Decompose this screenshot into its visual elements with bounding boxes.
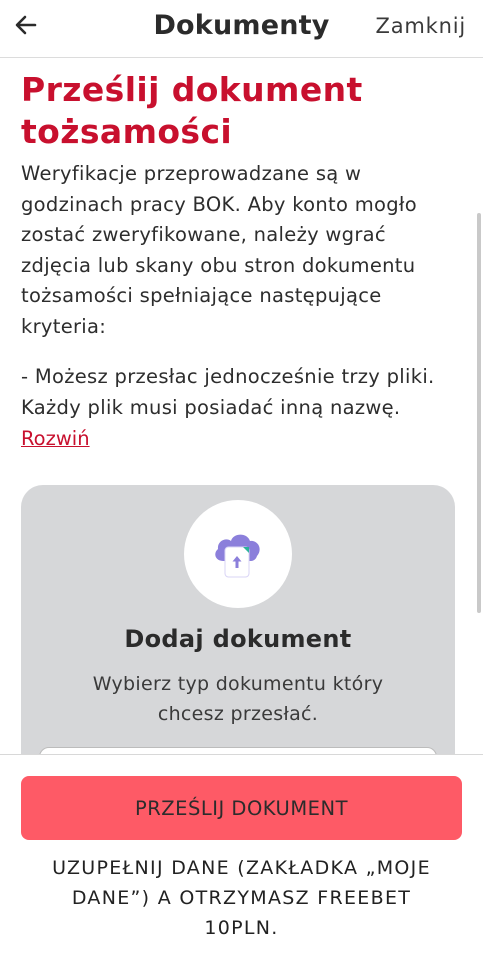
cloud-upload-document-icon [209,523,267,585]
card-subtitle: Wybierz typ dokumentu który chcesz przes… [92,673,384,725]
submit-document-button[interactable]: PRZEŚLIJ DOKUMENT [21,776,462,840]
screen: Dokumenty Zamknij Prześlij dokument tożs… [0,0,483,960]
add-document-card[interactable]: Dodaj dokument Wybierz typ dokumentu któ… [21,485,455,754]
footer: PRZEŚLIJ DOKUMENT UZUPEŁNIJ DANE (ZAKŁAD… [0,754,483,960]
document-type-select[interactable] [39,747,437,754]
close-button[interactable]: Zamknij [376,14,466,38]
scrollbar[interactable] [477,213,481,613]
expand-link[interactable]: Rozwiń [21,424,90,454]
verification-description: Weryfikacje przeprowadzane są w godzinac… [21,162,417,338]
upload-icon-wrapper [184,500,292,608]
section-title: Prześlij dokument tożsamości [21,70,363,151]
top-bar: Dokumenty Zamknij [0,0,483,58]
card-title: Dodaj dokument [124,625,352,653]
promo-text: UZUPEŁNIJ DANE (ZAKŁADKA „MOJE DANE”) A … [52,857,431,939]
criteria-text: - Możesz przesłac jednocześnie trzy plik… [21,365,435,419]
content-scroll-area[interactable]: Prześlij dokument tożsamości Weryfikacje… [0,58,483,754]
